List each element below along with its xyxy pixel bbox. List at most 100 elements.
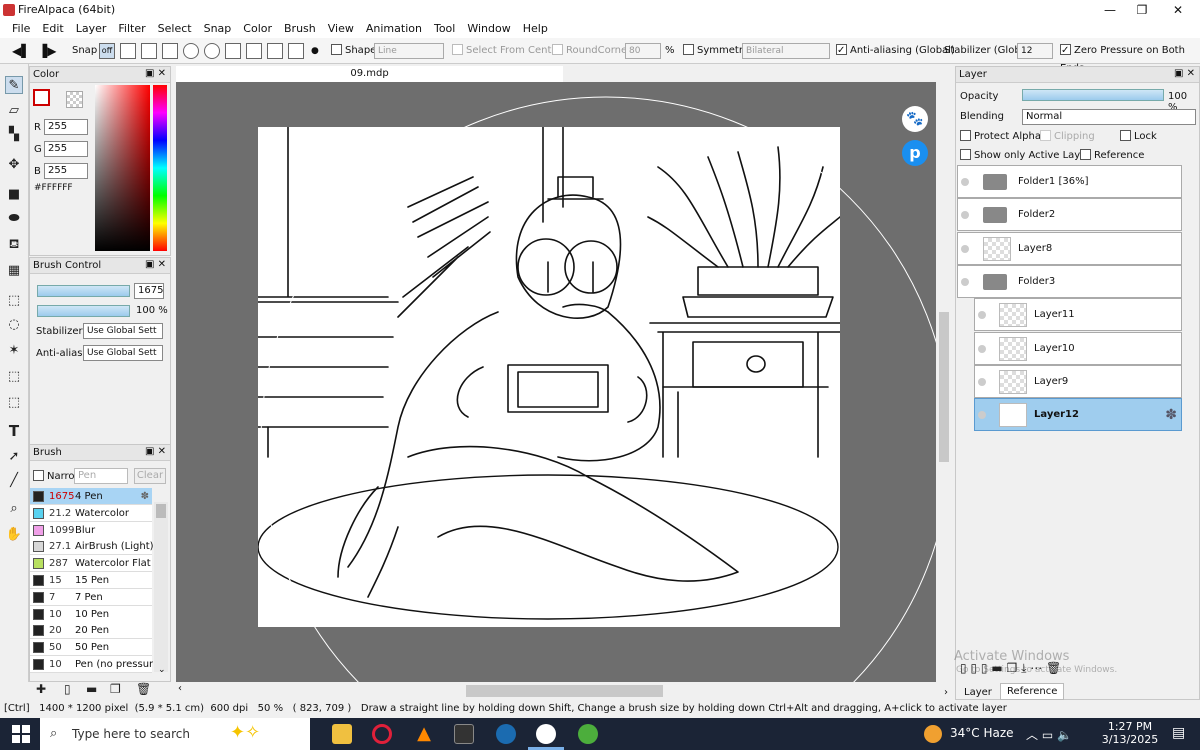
new-file-icon[interactable]: ▯: [64, 682, 71, 696]
visibility-toggle-icon[interactable]: [978, 311, 986, 320]
new-8bit-layer-icon[interactable]: ▯: [970, 661, 977, 675]
duplicate-icon[interactable]: ❐: [110, 682, 121, 696]
taskbar-search-input[interactable]: ⌕ Type here to search: [40, 718, 310, 750]
secondary-color-swatch[interactable]: [66, 91, 83, 108]
visibility-toggle-icon[interactable]: [961, 244, 969, 253]
visibility-toggle-icon[interactable]: [961, 178, 969, 186]
fill-rect-tool-icon[interactable]: ■: [5, 186, 23, 204]
antialias-checkbox[interactable]: Anti-aliasing (Global): [836, 42, 955, 60]
protect-alpha-checkbox[interactable]: Protect Alpha: [960, 130, 1041, 142]
vlc-icon[interactable]: ▲: [414, 724, 434, 744]
brush-item[interactable]: 20 20 Pen: [30, 622, 152, 640]
new-folder-icon[interactable]: ▬: [991, 661, 1002, 675]
menu-edit[interactable]: Edit: [36, 20, 69, 38]
close-button[interactable]: ✕: [1160, 0, 1196, 20]
duplicate-layer-icon[interactable]: ❐: [1006, 661, 1017, 675]
symmetry-checkbox[interactable]: Symmetry: [683, 42, 749, 60]
folder-icon[interactable]: ▬: [86, 682, 97, 696]
snap-cross-icon[interactable]: [141, 43, 157, 59]
g-input[interactable]: 255: [44, 141, 88, 157]
pen-tool-icon[interactable]: ✎: [5, 76, 23, 94]
round-corner-select[interactable]: 80: [625, 43, 661, 59]
brush-item[interactable]: 15 15 Pen: [30, 572, 152, 589]
delete-layer-icon[interactable]: 🗑: [1046, 661, 1061, 675]
new-1bit-layer-icon[interactable]: ▯: [981, 661, 988, 675]
brush-item[interactable]: 7 7 Pen: [30, 588, 152, 606]
layer-row[interactable]: Layer8: [957, 231, 1182, 265]
zero-pressure-checkbox[interactable]: Zero Pressure on Both Ends: [1060, 42, 1200, 74]
eraser-tool-icon[interactable]: ▱: [5, 102, 23, 120]
new-layer-icon[interactable]: ▯: [960, 661, 967, 675]
windows-start-icon[interactable]: [12, 725, 30, 743]
operation-tool-icon[interactable]: ➚: [5, 448, 23, 466]
show-only-active-checkbox[interactable]: Show only Active Layer: [960, 149, 1090, 161]
magic-wand-tool-icon[interactable]: ✶: [5, 342, 23, 360]
next-frame-icon[interactable]: ▐▶: [38, 42, 56, 60]
shape-select[interactable]: Line: [374, 43, 444, 59]
menu-animation[interactable]: Animation: [360, 20, 428, 38]
panel-controls-icon[interactable]: ▣ ✕: [1174, 68, 1195, 79]
snap-settings-icon[interactable]: ●: [311, 42, 319, 60]
select-from-center-checkbox[interactable]: Select From Center: [452, 42, 562, 60]
brush-item[interactable]: 10 10 Pen: [30, 605, 152, 623]
alpaca-icon[interactable]: 🐾: [902, 106, 928, 132]
narrow-checkbox[interactable]: Narro: [33, 470, 75, 482]
canvas-area[interactable]: 🐾 p: [176, 82, 936, 682]
menu-view[interactable]: View: [322, 20, 360, 38]
text-tool-icon[interactable]: T: [5, 422, 23, 440]
panel-controls-icon[interactable]: ▣ ✕: [145, 68, 166, 79]
shape-checkbox[interactable]: Shape: [331, 42, 376, 60]
merge-down-icon[interactable]: ⤓: [1021, 661, 1026, 675]
symmetry-select[interactable]: Bilateral: [742, 43, 830, 59]
brush-item[interactable]: 1099 Blur: [30, 521, 152, 539]
stabilizer-select[interactable]: 12: [1017, 43, 1053, 59]
panel-controls-icon[interactable]: ▣ ✕: [145, 259, 166, 270]
layer-row[interactable]: Layer10: [974, 331, 1182, 365]
copilot-icon[interactable]: ✦✧: [230, 722, 260, 743]
menu-layer[interactable]: Layer: [70, 20, 113, 38]
clear-button[interactable]: Clear: [134, 468, 166, 484]
saturation-value-picker[interactable]: [95, 85, 150, 251]
visibility-toggle-icon[interactable]: [961, 211, 969, 220]
fill-shape-tool-icon[interactable]: ⬬: [5, 210, 23, 228]
menu-help[interactable]: Help: [517, 20, 554, 38]
file-explorer-icon[interactable]: [332, 724, 352, 744]
brush-item[interactable]: 287 Watercolor Flat Br: [30, 555, 153, 573]
brush-item[interactable]: 27.1 AirBrush (Light): [30, 538, 153, 556]
task-view-icon[interactable]: ⧉: [292, 725, 302, 741]
primary-color-swatch[interactable]: [33, 89, 50, 106]
snap-grid-icon[interactable]: [267, 43, 283, 59]
lasso-tool-icon[interactable]: ◌: [5, 316, 23, 334]
notifications-icon[interactable]: ▤: [1172, 725, 1185, 741]
menu-select[interactable]: Select: [152, 20, 198, 38]
layer-tab[interactable]: Layer: [964, 685, 992, 700]
snap-curve-icon[interactable]: [225, 43, 241, 59]
menu-brush[interactable]: Brush: [278, 20, 322, 38]
move-tool-icon[interactable]: ✥: [5, 156, 23, 174]
menu-file[interactable]: File: [6, 20, 36, 38]
clock[interactable]: 1:27 PM 3/13/2025: [1100, 720, 1160, 746]
snap-perspective-icon[interactable]: [246, 43, 262, 59]
snap-lines-icon[interactable]: [162, 43, 178, 59]
layer-row[interactable]: Layer11: [974, 298, 1182, 332]
weather-text[interactable]: 34°C Haze: [950, 726, 1014, 740]
layer-settings-icon[interactable]: ✽: [1165, 407, 1177, 423]
delete-brush-icon[interactable]: 🗑: [136, 682, 151, 696]
steam-icon[interactable]: [496, 724, 516, 744]
document-tab[interactable]: 09.mdp: [176, 66, 563, 82]
collapse-icon[interactable]: ›: [944, 687, 948, 698]
r-input[interactable]: 255: [44, 119, 88, 135]
select-eraser-tool-icon[interactable]: ⬚: [5, 394, 23, 412]
layer-row[interactable]: Layer9: [974, 364, 1182, 398]
brush-antialias-select[interactable]: Use Global Sett: [83, 345, 163, 361]
brush-item[interactable]: 50 50 Pen: [30, 639, 152, 657]
menu-snap[interactable]: Snap: [198, 20, 238, 38]
volume-icon[interactable]: 🔈: [1057, 728, 1072, 742]
visibility-toggle-icon[interactable]: [961, 277, 969, 286]
brush-item[interactable]: 10 Pen (no pressure): [30, 656, 153, 673]
layer-folder-row[interactable]: Folder1 [36%]: [957, 165, 1182, 198]
horizontal-scrollbar[interactable]: ‹: [176, 682, 936, 700]
utorrent-icon[interactable]: [578, 724, 598, 744]
brush-opacity-slider[interactable]: [37, 305, 130, 317]
layer-folder-row[interactable]: Folder3: [957, 264, 1182, 298]
